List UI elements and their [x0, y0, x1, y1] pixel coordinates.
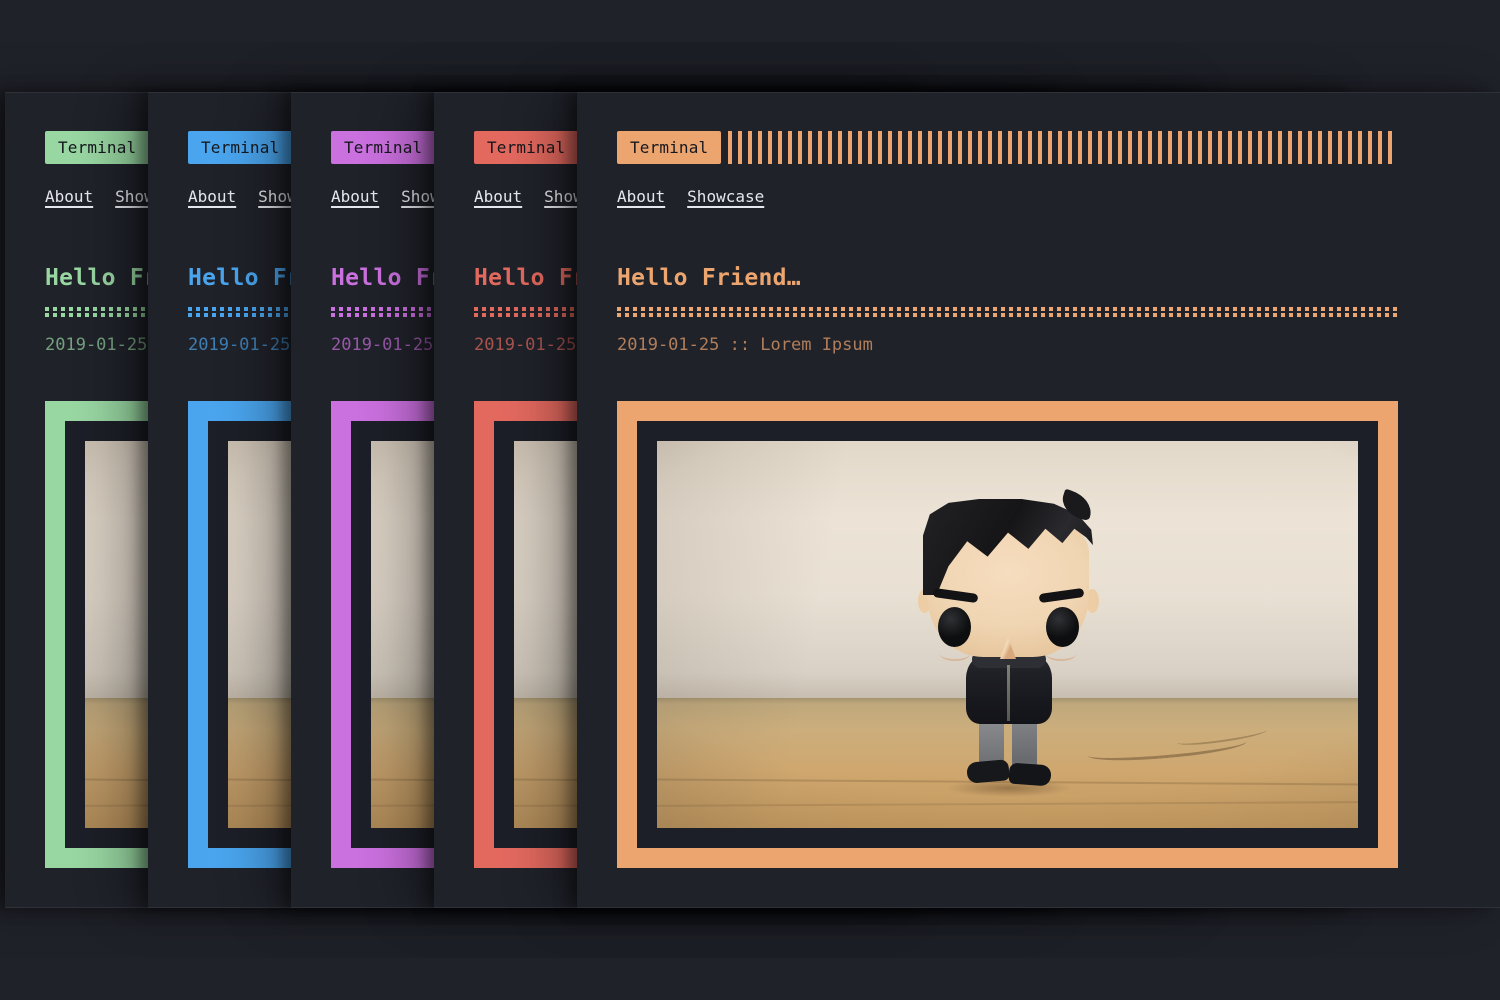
nav-link-about[interactable]: About [474, 187, 522, 207]
nav-link-about[interactable]: About [188, 187, 236, 207]
post-title: Hello Friend… [617, 263, 801, 293]
nav-link-about[interactable]: About [617, 187, 665, 207]
nav-link-showcase[interactable]: Showcase [687, 187, 764, 207]
terminal-logo-badge[interactable]: Terminal [617, 131, 721, 164]
nav-link-about[interactable]: About [331, 187, 379, 207]
terminal-logo-badge[interactable]: Terminal [331, 131, 435, 164]
dotted-divider [617, 307, 1398, 317]
header-stripes-decoration [728, 131, 1398, 164]
photo-vignette [657, 441, 1358, 828]
nav-link-about[interactable]: About [45, 187, 93, 207]
funko-figure-photo [657, 441, 1358, 828]
post-image-frame [617, 401, 1398, 868]
terminal-logo-badge[interactable]: Terminal [474, 131, 578, 164]
post-meta: 2019-01-25 :: Lorem Ipsum [617, 333, 873, 357]
theme-panel-orange: Terminal About Showcase Hello Friend… 20… [577, 92, 1500, 908]
terminal-logo-badge[interactable]: Terminal [45, 131, 149, 164]
post-image-inner-frame [637, 421, 1378, 848]
site-menu: About Showcase [617, 187, 764, 207]
terminal-logo-badge[interactable]: Terminal [188, 131, 292, 164]
theme-showcase-stage: Terminal About Showcase Hello Friend… 20… [0, 0, 1500, 1000]
